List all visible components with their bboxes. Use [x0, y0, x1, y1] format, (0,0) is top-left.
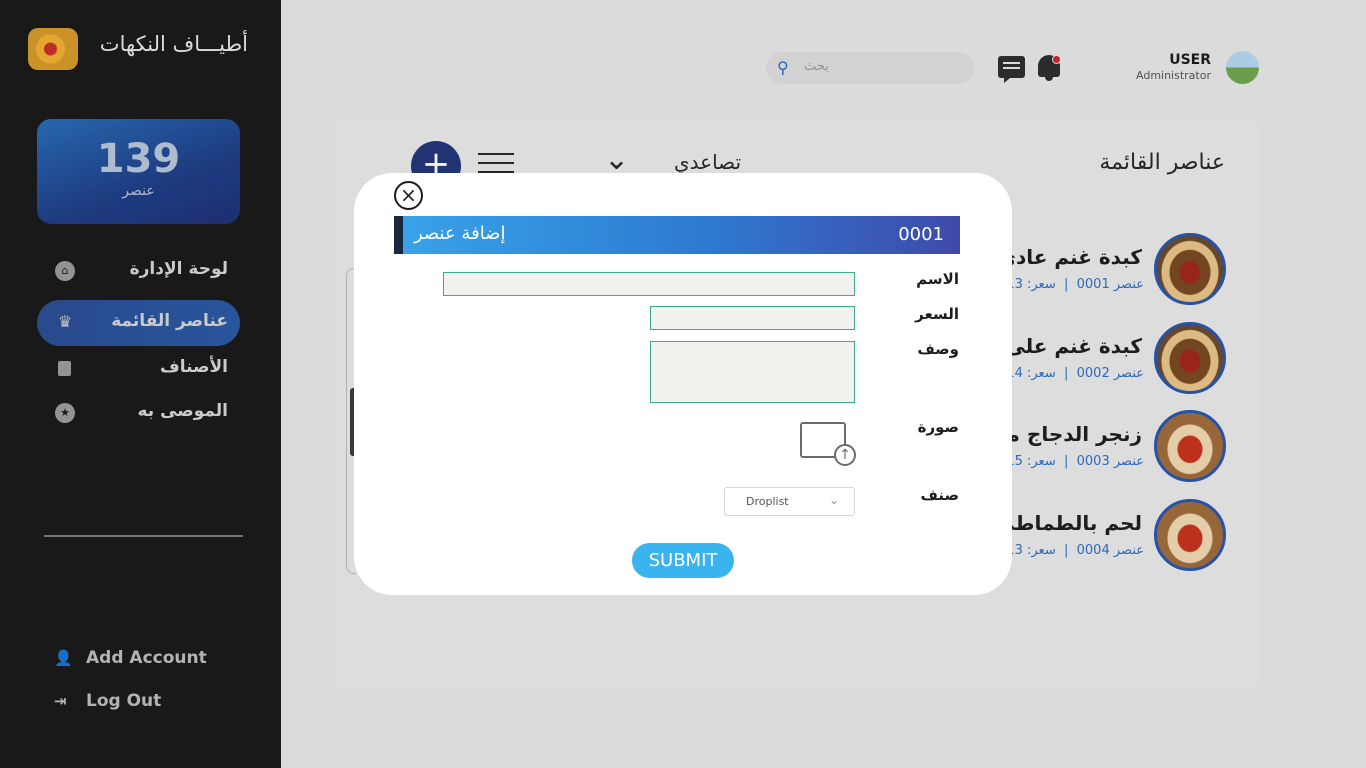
modal-item-id: 0001: [898, 224, 944, 245]
category-label: صنف: [920, 486, 959, 504]
modal-header-stripe: [394, 216, 403, 254]
name-label: الاسم: [916, 270, 959, 288]
image-upload-icon[interactable]: ↑: [800, 422, 856, 468]
modal-title: إضافة عنصر: [414, 223, 506, 244]
price-field[interactable]: [650, 306, 855, 330]
description-label: وصف: [917, 340, 959, 358]
description-field[interactable]: [650, 341, 855, 403]
category-select-value: Droplist: [746, 495, 789, 508]
image-label: صورة: [917, 418, 959, 436]
price-label: السعر: [915, 305, 959, 323]
submit-button[interactable]: SUBMIT: [632, 543, 734, 578]
category-select[interactable]: Droplist ⌄: [724, 487, 855, 516]
close-icon[interactable]: ×: [394, 181, 423, 210]
chevron-down-icon: ⌄: [829, 493, 840, 507]
name-field[interactable]: [443, 272, 855, 296]
